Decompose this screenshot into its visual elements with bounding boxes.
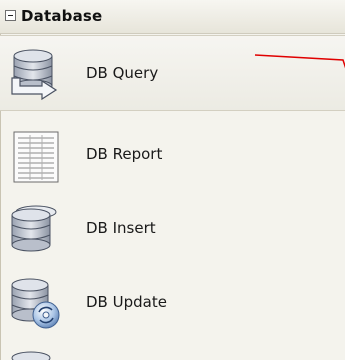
palette-item-db-query[interactable]: DB Query: [0, 35, 345, 111]
group-title: Database: [21, 7, 103, 25]
database-insert-icon: [11, 205, 57, 252]
palette-item-db-update[interactable]: DB Update: [0, 265, 345, 341]
palette-panel: Database DB Query DB Report DB Insert DB…: [0, 0, 345, 360]
item-label: DB Update: [86, 293, 167, 311]
palette-item-db-report[interactable]: DB Report: [0, 117, 345, 193]
palette-item-db-insert[interactable]: DB Insert: [0, 191, 345, 267]
collapse-minus-icon[interactable]: [5, 10, 16, 21]
item-label: DB Report: [86, 145, 163, 163]
item-label: DB Insert: [86, 219, 156, 237]
database-update-icon: [11, 278, 60, 329]
item-label: DB Query: [86, 64, 159, 82]
report-document-icon: [13, 131, 59, 183]
red-annotation-line: [254, 54, 345, 69]
database-group-header[interactable]: Database: [0, 0, 345, 34]
database-query-icon: [11, 49, 58, 101]
database-icon-partial: [11, 351, 51, 360]
